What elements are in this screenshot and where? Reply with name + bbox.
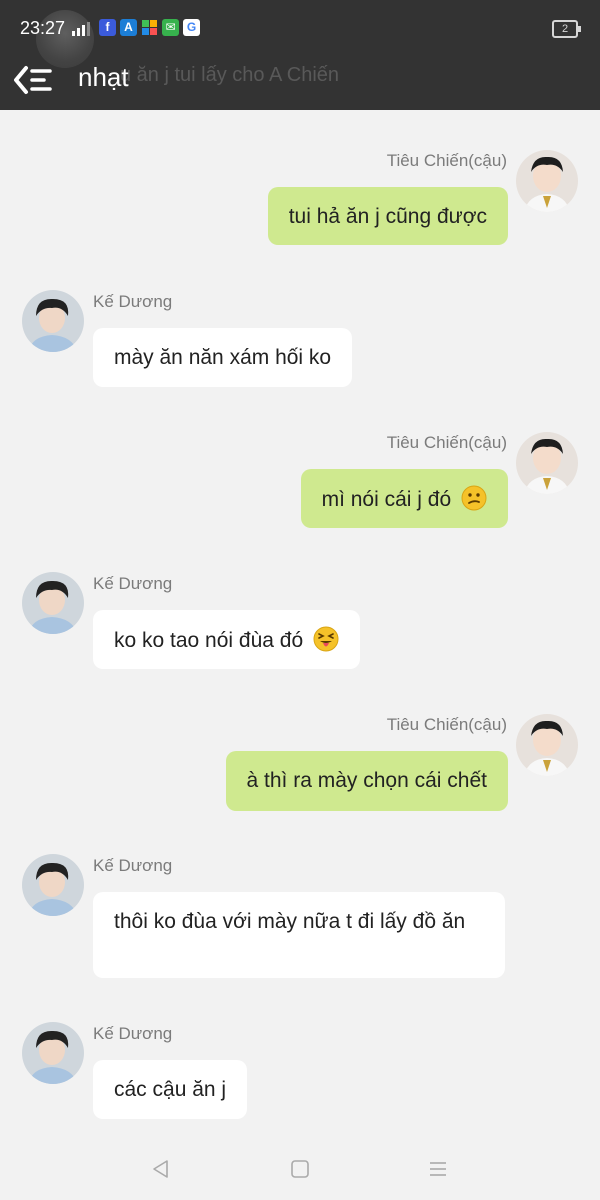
message-bubble[interactable]: mày ăn năn xám hối ko bbox=[93, 328, 353, 387]
sender-name: Tiêu Chiến(cậu) bbox=[386, 433, 507, 452]
sender-name: Tiêu Chiến(cậu) bbox=[386, 151, 507, 170]
message-bubble[interactable]: thôi ko đùa với mày nữa t đi lấy đồ ăn bbox=[93, 892, 505, 978]
avatar[interactable] bbox=[516, 714, 578, 776]
message-bubble[interactable]: tui hả ăn j cũng được bbox=[267, 187, 508, 245]
accessibility-icon: A bbox=[120, 19, 137, 36]
google-icon: G bbox=[183, 19, 200, 36]
navigation-bar bbox=[0, 1140, 600, 1200]
message-text: ko ko tao nói đùa đó bbox=[114, 629, 304, 652]
top-bar: u ăn j tui lấy cho A Chiến 23:27 f A ✉ G… bbox=[0, 0, 600, 110]
message-text: mì nói cái j đó bbox=[321, 488, 452, 511]
status-time: 23:27 bbox=[20, 18, 66, 38]
sender-name: Kế Dương bbox=[93, 1024, 173, 1043]
sender-name: Tiêu Chiến(cậu) bbox=[386, 715, 507, 734]
facebook-icon: f bbox=[99, 19, 116, 36]
signal-icon bbox=[72, 22, 90, 36]
message-bubble[interactable]: mì nói cái j đó bbox=[300, 469, 508, 528]
avatar[interactable] bbox=[22, 854, 84, 916]
chat-area[interactable]: Tiêu Chiến(cậu) tui hả ăn j cũng được Kế… bbox=[0, 110, 600, 1140]
message-text: mày ăn năn xám hối ko bbox=[114, 346, 332, 369]
home-square-icon[interactable] bbox=[289, 1158, 311, 1180]
message-bubble[interactable]: ko ko tao nói đùa đó bbox=[93, 610, 360, 669]
message-bubble[interactable]: à thì ra mày chọn cái chết bbox=[225, 751, 508, 811]
message-text: các cậu ăn j bbox=[114, 1078, 227, 1101]
message-text: thôi ko đùa với mày nữa t đi lấy đồ ăn bbox=[114, 910, 466, 933]
chat-app-icon: ✉ bbox=[162, 19, 179, 36]
sender-name: Kế Dương bbox=[93, 856, 173, 875]
menu-lines-icon[interactable] bbox=[427, 1158, 449, 1180]
avatar[interactable] bbox=[516, 150, 578, 212]
back-triangle-icon[interactable] bbox=[150, 1158, 172, 1180]
chat-title: nhạt bbox=[78, 62, 129, 92]
message-bubble[interactable]: các cậu ăn j bbox=[93, 1060, 248, 1119]
message-text: tui hả ăn j cũng được bbox=[288, 205, 487, 228]
avatar[interactable] bbox=[22, 1022, 84, 1084]
sender-name: Kế Dương bbox=[93, 292, 173, 311]
sender-name: Kế Dương bbox=[93, 574, 173, 593]
confused-face-emoji bbox=[461, 485, 487, 511]
battery-icon: 2 bbox=[552, 20, 581, 38]
message-text: à thì ra mày chọn cái chết bbox=[246, 769, 487, 792]
faded-background-text: u ăn j tui lấy cho A Chiến bbox=[120, 64, 340, 86]
avatar[interactable] bbox=[516, 432, 578, 494]
avatar[interactable] bbox=[22, 290, 84, 352]
avatar[interactable] bbox=[22, 572, 84, 634]
puzzle-icon bbox=[142, 20, 157, 35]
back-menu-button[interactable] bbox=[12, 62, 56, 98]
tongue-out-face-emoji bbox=[313, 626, 339, 652]
